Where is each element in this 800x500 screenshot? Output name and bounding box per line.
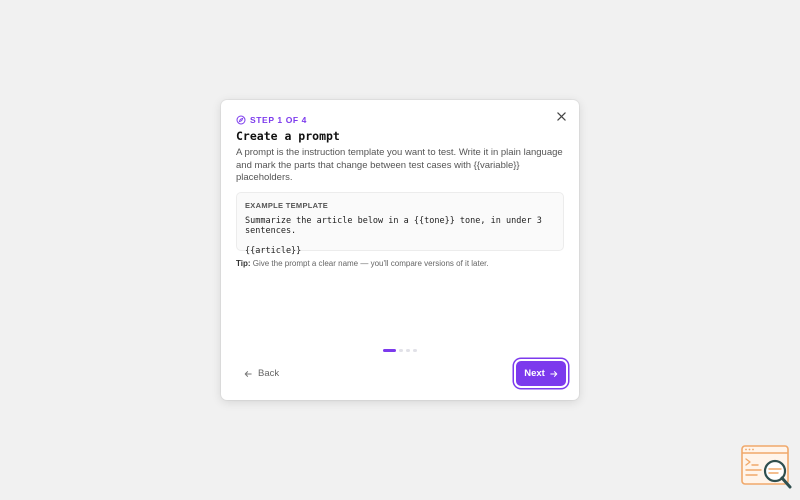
back-label: Back	[258, 368, 280, 379]
example-line-2: {{article}}	[245, 246, 302, 256]
example-line-1: Summarize the article below in a {{tone}…	[245, 216, 542, 236]
modal-title: Create a prompt	[236, 129, 340, 143]
step-indicator: STEP 1 OF 4	[236, 115, 307, 125]
arrow-left-icon	[244, 370, 252, 377]
close-icon	[556, 111, 566, 121]
arrow-right-icon	[550, 370, 558, 377]
back-button[interactable]: Back	[244, 368, 279, 379]
progress-dot-2	[399, 349, 403, 352]
close-button[interactable]	[553, 108, 569, 124]
modal-description: A prompt is the instruction template you…	[236, 147, 563, 183]
compass-icon	[236, 115, 246, 125]
wizard-modal: STEP 1 OF 4 Create a prompt A prompt is …	[221, 100, 579, 400]
tip-body: Give the prompt a clear name — you'll co…	[252, 259, 489, 268]
tip-label: Tip:	[236, 259, 251, 268]
example-template-box: EXAMPLE TEMPLATE Summarize the article b…	[236, 192, 564, 256]
next-button[interactable]: Next	[516, 361, 566, 386]
progress-dot-1	[383, 349, 396, 352]
progress-dot-3	[406, 349, 410, 352]
example-label: EXAMPLE TEMPLATE	[245, 201, 328, 210]
search-code-icon	[741, 445, 792, 489]
progress-dots	[383, 349, 417, 352]
progress-dot-4	[413, 349, 417, 352]
step-label: STEP 1 OF 4	[250, 115, 307, 125]
tip-text: Tip: Give the prompt a clear name — you'…	[236, 259, 489, 268]
next-label: Next	[524, 368, 545, 379]
